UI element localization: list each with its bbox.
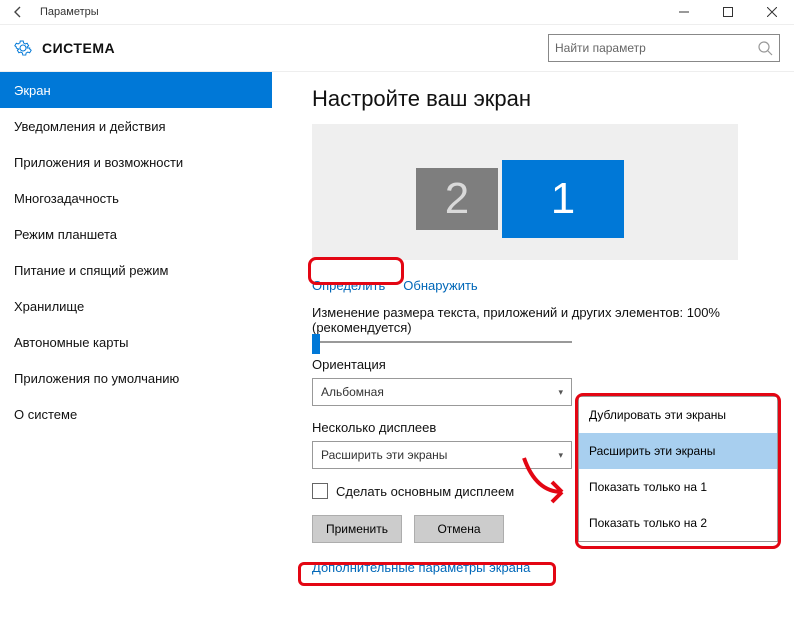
dropdown-option[interactable]: Показать только на 2 bbox=[579, 505, 777, 541]
header: СИСТЕМА Найти параметр bbox=[0, 25, 794, 71]
monitor-2[interactable]: 2 bbox=[416, 168, 498, 230]
sidebar: ЭкранУведомления и действияПриложения и … bbox=[0, 72, 272, 619]
page-title: СИСТЕМА bbox=[42, 40, 115, 56]
sidebar-item[interactable]: Уведомления и действия bbox=[0, 108, 272, 144]
main-panel: Настройте ваш экран 2 1 Определить Обнар… bbox=[272, 72, 794, 619]
maximize-icon bbox=[723, 7, 733, 17]
identify-link[interactable]: Определить bbox=[312, 278, 385, 293]
display-preview[interactable]: 2 1 bbox=[312, 124, 738, 260]
search-placeholder: Найти параметр bbox=[555, 41, 646, 55]
dropdown-option[interactable]: Расширить эти экраны bbox=[579, 433, 777, 469]
make-primary-checkbox[interactable] bbox=[312, 483, 328, 499]
sidebar-item[interactable]: Хранилище bbox=[0, 288, 272, 324]
minimize-button[interactable] bbox=[662, 0, 706, 24]
search-input[interactable]: Найти параметр bbox=[548, 34, 780, 62]
main-heading: Настройте ваш экран bbox=[312, 86, 794, 112]
multi-display-dropdown: Дублировать эти экраныРасширить эти экра… bbox=[578, 396, 778, 542]
maximize-button[interactable] bbox=[706, 0, 750, 24]
close-button[interactable] bbox=[750, 0, 794, 24]
dropdown-option[interactable]: Дублировать эти экраны bbox=[579, 397, 777, 433]
apply-button[interactable]: Применить bbox=[312, 515, 402, 543]
multi-display-select[interactable]: Расширить эти экраны ▾ bbox=[312, 441, 572, 469]
advanced-settings-link[interactable]: Дополнительные параметры экрана bbox=[312, 560, 530, 575]
multi-display-value: Расширить эти экраны bbox=[321, 448, 447, 462]
scale-slider[interactable] bbox=[312, 341, 572, 343]
make-primary-label: Сделать основным дисплеем bbox=[336, 484, 514, 499]
sidebar-item[interactable]: О системе bbox=[0, 396, 272, 432]
back-icon bbox=[11, 5, 25, 19]
sidebar-item[interactable]: Экран bbox=[0, 72, 272, 108]
search-icon bbox=[757, 40, 773, 56]
chevron-down-icon: ▾ bbox=[558, 450, 563, 461]
sidebar-item[interactable]: Приложения и возможности bbox=[0, 144, 272, 180]
slider-thumb[interactable] bbox=[312, 334, 320, 354]
orientation-value: Альбомная bbox=[321, 385, 384, 399]
detect-link[interactable]: Обнаружить bbox=[403, 278, 477, 293]
back-button[interactable] bbox=[4, 0, 32, 24]
orientation-select[interactable]: Альбомная ▾ bbox=[312, 378, 572, 406]
gear-icon bbox=[14, 39, 32, 57]
sidebar-item[interactable]: Приложения по умолчанию bbox=[0, 360, 272, 396]
titlebar: Параметры bbox=[0, 0, 794, 25]
cancel-button[interactable]: Отмена bbox=[414, 515, 504, 543]
window-title: Параметры bbox=[32, 6, 99, 18]
sidebar-item[interactable]: Многозадачность bbox=[0, 180, 272, 216]
monitor-1[interactable]: 1 bbox=[502, 160, 624, 238]
dropdown-option[interactable]: Показать только на 1 bbox=[579, 469, 777, 505]
chevron-down-icon: ▾ bbox=[558, 387, 563, 398]
sidebar-item[interactable]: Режим планшета bbox=[0, 216, 272, 252]
scale-label: Изменение размера текста, приложений и д… bbox=[312, 305, 794, 335]
orientation-label: Ориентация bbox=[312, 357, 794, 372]
minimize-icon bbox=[679, 7, 689, 17]
close-icon bbox=[767, 7, 777, 17]
sidebar-item[interactable]: Автономные карты bbox=[0, 324, 272, 360]
sidebar-item[interactable]: Питание и спящий режим bbox=[0, 252, 272, 288]
